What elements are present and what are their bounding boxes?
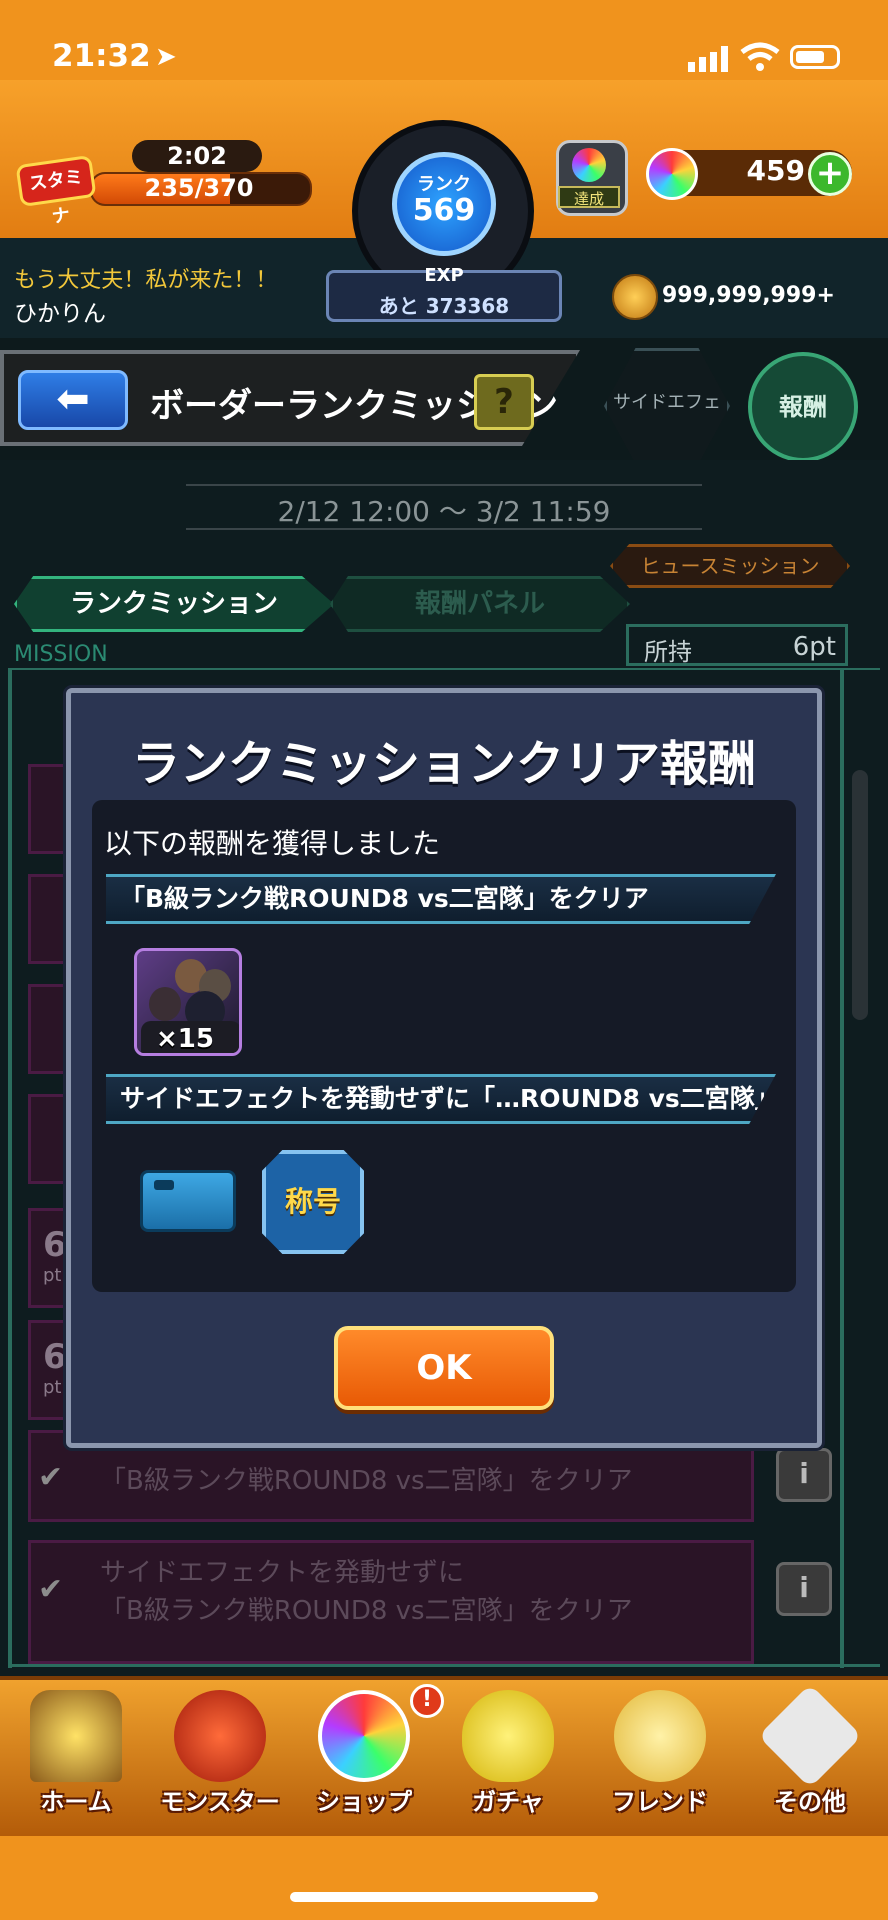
- nav-label: フレンド: [612, 1788, 708, 1816]
- divider: [186, 528, 702, 530]
- reward-mission-banner: サイドエフェクトを発動せずに「…ROUND8 vs二宮隊」をクリア: [106, 1074, 776, 1124]
- points-label: 所持: [644, 638, 692, 666]
- battery-icon: [790, 45, 840, 69]
- nav-label: ホーム: [40, 1788, 112, 1816]
- gold-coin-icon: [612, 274, 658, 320]
- cellular-signal-icon: [688, 46, 728, 72]
- reward-button[interactable]: 報酬: [748, 352, 858, 462]
- exp-remaining: あと 373368: [378, 294, 510, 318]
- mission-points-unit: pt: [43, 1377, 62, 1398]
- status-time: 21:32: [52, 38, 151, 74]
- date-range: 2/12 12:00 ～ 3/2 11:59: [277, 495, 611, 528]
- divider: [8, 668, 880, 670]
- info-button[interactable]: i: [776, 1562, 832, 1616]
- check-icon: ✔: [38, 1572, 64, 1607]
- wifi-icon: [740, 42, 780, 71]
- nav-label: ショップ: [316, 1788, 412, 1816]
- orb-icon: [318, 1690, 410, 1782]
- tab-fuse-mission[interactable]: ヒュースミッション: [610, 544, 850, 588]
- mission-text: サイドエフェクトを発動せずに 「B級ランク戦ROUND8 vs二宮隊」をクリア: [100, 1558, 633, 1626]
- help-button[interactable]: ?: [474, 374, 534, 430]
- check-icon: ✔: [38, 1460, 64, 1495]
- mission-points-unit: pt: [43, 1265, 62, 1286]
- divider: [186, 484, 702, 486]
- nav-label: ガチャ: [472, 1788, 544, 1816]
- mission-points: 6: [43, 1225, 67, 1265]
- mission-points: 6: [43, 1337, 67, 1377]
- frame-bottom: [8, 1664, 880, 1667]
- user-name: ひかりん: [14, 301, 106, 327]
- frame-left: [8, 668, 12, 1668]
- back-arrow-icon: ⬅: [56, 376, 90, 422]
- home-gate-icon: [30, 1690, 122, 1782]
- mission-label: MISSION: [14, 642, 108, 667]
- nav-gacha[interactable]: ガチャ: [438, 1684, 578, 1824]
- stamina-value: 235/370: [144, 174, 254, 202]
- modal-title: ランクミッションクリア報酬: [131, 736, 756, 792]
- character-face: [149, 987, 181, 1021]
- orb-icon: [646, 148, 698, 200]
- home-indicator[interactable]: [290, 1892, 598, 1902]
- back-button[interactable]: ⬅: [18, 370, 128, 430]
- reward-count: ×15: [156, 1024, 214, 1054]
- user-message: もう大丈夫！私が来た！！: [14, 268, 278, 293]
- reward-mission-banner: 「B級ランク戦ROUND8 vs二宮隊」をクリア: [106, 874, 776, 924]
- buy-orbs-button[interactable]: +: [808, 152, 852, 196]
- tab-reward-panel[interactable]: 報酬パネル: [330, 576, 630, 632]
- info-button[interactable]: i: [776, 1448, 832, 1502]
- nav-friend[interactable]: フレンド: [590, 1684, 730, 1824]
- points-value: 6pt: [792, 632, 836, 662]
- nav-monster[interactable]: モンスター: [150, 1684, 290, 1824]
- nav-other[interactable]: その他: [740, 1683, 880, 1824]
- nav-home[interactable]: ホーム: [6, 1684, 146, 1824]
- nameplate-reward-icon[interactable]: [140, 1170, 236, 1232]
- reward-intro: 以下の報酬を獲得しました: [104, 827, 441, 860]
- friends-icon: [614, 1690, 706, 1782]
- nameplate-slot: [154, 1180, 174, 1190]
- nav-label: その他: [774, 1788, 846, 1816]
- frame-right: [840, 668, 844, 1668]
- gold-amount: 999,999,999+: [662, 283, 835, 308]
- scrollbar[interactable]: [852, 770, 868, 1020]
- mission-text: 「B級ランク戦ROUND8 vs二宮隊」をクリア: [100, 1466, 633, 1496]
- location-arrow-icon: ➤: [155, 42, 177, 72]
- stamina-timer: 2:02: [132, 140, 262, 172]
- ok-button[interactable]: OK: [334, 1326, 554, 1410]
- tab-rank-mission[interactable]: ランクミッション: [14, 576, 334, 632]
- monster-icon: [174, 1690, 266, 1782]
- title-badge-icon[interactable]: 称号: [262, 1150, 364, 1254]
- achievement-label: 達成: [558, 186, 620, 208]
- nav-label: モンスター: [160, 1788, 280, 1816]
- orb-count: 459: [746, 154, 805, 187]
- bottom-safe-area: [0, 1836, 888, 1920]
- side-effect-button[interactable]: サイドエフェクト: [604, 348, 730, 464]
- egg-icon: [462, 1690, 554, 1782]
- other-icon: [757, 1683, 863, 1789]
- exp-label: EXP: [424, 265, 464, 286]
- achievement-orb-icon: [572, 148, 606, 182]
- rank-value: 569: [412, 193, 476, 228]
